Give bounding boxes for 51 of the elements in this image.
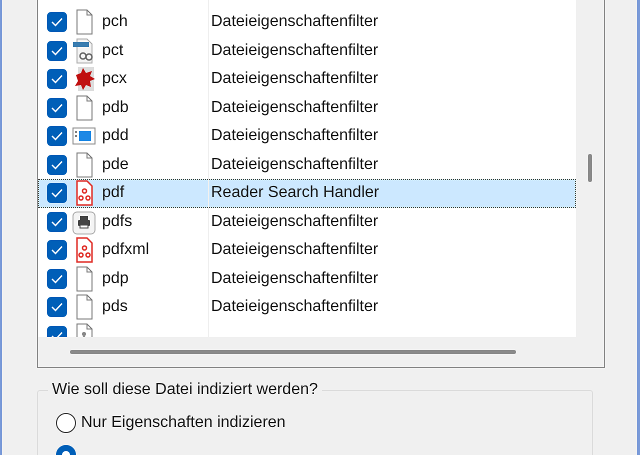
checkbox[interactable]: [47, 154, 67, 175]
file-type-row[interactable]: pdb Dateieigenschaftenfilter: [38, 94, 576, 122]
file-type-list[interactable]: [37, 0, 605, 368]
checkbox[interactable]: [47, 98, 67, 118]
extension-text: pdf: [101, 183, 126, 204]
checkbox[interactable]: [47, 297, 67, 318]
extension-text: pds: [101, 297, 129, 318]
file-type-row[interactable]: pct Dateieigenschaftenfilter: [38, 36, 576, 65]
file-type-row[interactable]: pds Dateieigenschaftenfilter: [38, 293, 576, 322]
file-type-row[interactable]: pdp Dateieigenschaftenfilter: [38, 264, 576, 293]
extension-text: pdb: [101, 98, 130, 118]
checkbox[interactable]: [47, 69, 67, 90]
filter-text: Dateieigenschaftenfilter: [210, 126, 378, 146]
radio-label[interactable]: Nur Eigenschaften indizieren: [81, 411, 286, 435]
checkbox[interactable]: [47, 183, 67, 204]
checkbox[interactable]: [47, 12, 67, 32]
filter-text: Dateieigenschaftenfilter: [210, 154, 378, 175]
extension-text: pch: [101, 12, 129, 32]
extension-text: pdd: [101, 126, 130, 146]
filter-text: Dateieigenschaftenfilter: [210, 212, 378, 232]
extension-text: pde: [101, 154, 130, 175]
checkbox[interactable]: [47, 240, 67, 260]
extension-text: pcx: [101, 69, 128, 90]
radio-button[interactable]: [56, 413, 76, 433]
file-type-row[interactable]: pch Dateieigenschaftenfilter: [38, 8, 576, 36]
filter-text: Dateieigenschaftenfilter: [210, 69, 378, 90]
vertical-scrollbar[interactable]: [576, 0, 604, 337]
filter-text: Dateieigenschaftenfilter: [210, 98, 378, 118]
horizontal-scrollbar[interactable]: [38, 337, 604, 367]
filter-text: Dateieigenschaftenfilter: [210, 12, 378, 32]
file-type-row[interactable]: pcx Dateieigenschaftenfilter: [38, 65, 576, 94]
checkbox[interactable]: [47, 268, 67, 289]
filter-text: Reader Search Handler: [210, 183, 380, 204]
printer-icon: [72, 208, 96, 235]
extension-text: pct: [101, 40, 124, 61]
extension-text: pdfxml: [101, 240, 150, 260]
file-type-row[interactable]: pde Dateieigenschaftenfilter: [38, 150, 576, 179]
filter-text: Dateieigenschaftenfilter: [210, 297, 378, 318]
extension-text: pdfs: [101, 212, 134, 232]
filter-text: Dateieigenschaftenfilter: [210, 240, 378, 260]
checkbox[interactable]: [47, 40, 67, 61]
file-type-row[interactable]: pdd Dateieigenschaftenfilter: [38, 122, 576, 150]
extension-text: pdp: [101, 268, 130, 289]
filter-text: Dateieigenschaftenfilter: [210, 268, 378, 289]
file-type-row[interactable]: pdfxml Dateieigenschaftenfilter: [38, 236, 576, 264]
file-type-row[interactable]: pdf Reader Search Handler: [38, 179, 576, 208]
checkbox[interactable]: [47, 126, 67, 146]
file-type-row[interactable]: pdfs Dateieigenschaftenfilter: [38, 208, 576, 236]
filter-text: Dateieigenschaftenfilter: [210, 40, 378, 61]
checkbox[interactable]: [47, 212, 67, 232]
splat-icon: [72, 66, 96, 92]
